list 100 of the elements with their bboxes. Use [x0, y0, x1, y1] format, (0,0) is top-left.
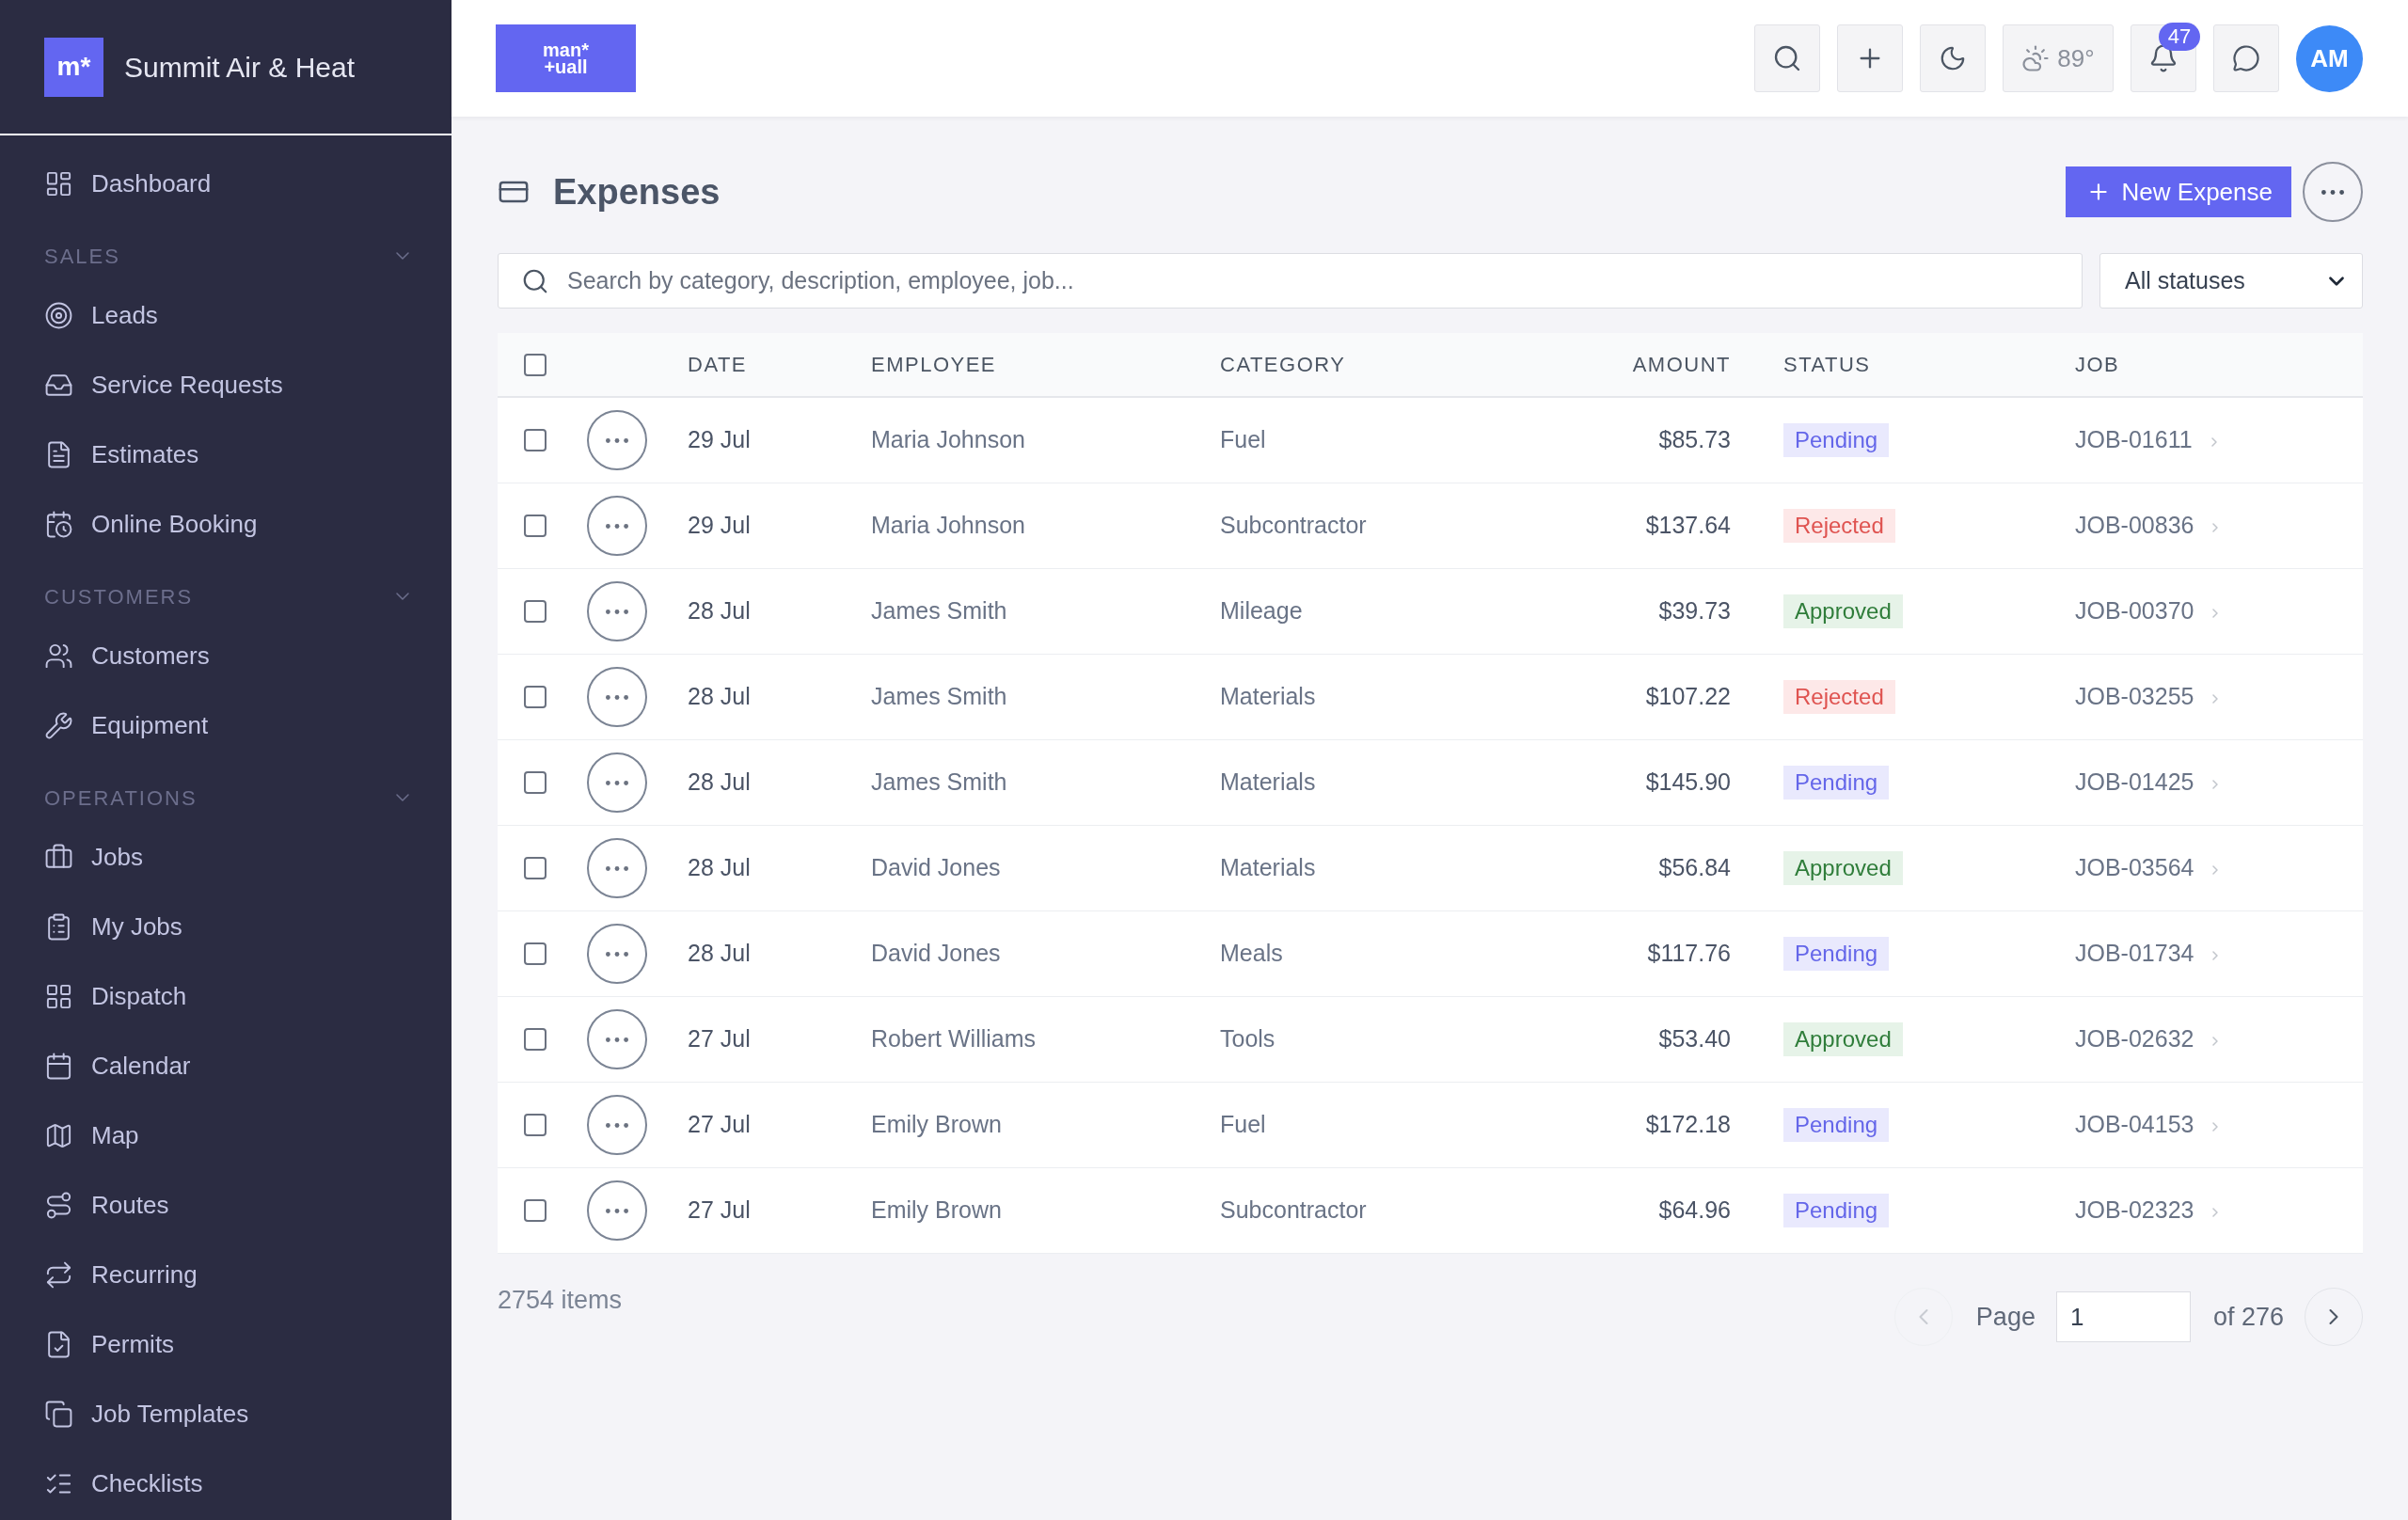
category-text: Mileage: [1220, 596, 1303, 626]
row-actions-button[interactable]: [587, 496, 647, 556]
status-badge: Pending: [1783, 766, 1890, 800]
ellipsis-icon: [606, 609, 628, 614]
ellipsis-icon: [606, 1037, 628, 1042]
nav-item[interactable]: Calendar: [0, 1031, 452, 1100]
search-icon: [1772, 43, 1802, 73]
ellipsis-icon: [606, 951, 628, 957]
job-number[interactable]: JOB-01734: [2075, 936, 2194, 972]
nav-item[interactable]: Online Booking: [0, 489, 452, 559]
nav-item[interactable]: Estimates: [0, 420, 452, 489]
status-badge: Pending: [1783, 1194, 1890, 1227]
nav-item[interactable]: Service Requests: [0, 350, 452, 420]
nav-item[interactable]: Customers: [0, 621, 452, 690]
nav-item[interactable]: Equipment: [0, 690, 452, 760]
category-text: Materials: [1220, 682, 1316, 712]
employee-name: David Jones: [871, 853, 1001, 883]
ellipsis-icon: [606, 1122, 628, 1128]
row-actions-button[interactable]: [587, 838, 647, 898]
chevron-right-icon: [2212, 1122, 2219, 1132]
nav-item[interactable]: Dispatch: [0, 961, 452, 1031]
row-actions-button[interactable]: [587, 1180, 647, 1241]
ellipsis-icon: [606, 865, 628, 871]
target-icon: [44, 300, 73, 330]
app-logo[interactable]: man* +uall: [496, 24, 636, 92]
row-actions-button[interactable]: [587, 752, 647, 813]
wrench-icon: [44, 710, 73, 740]
status-badge: Approved: [1783, 594, 1903, 628]
bell-icon: [2148, 43, 2178, 73]
nav-item[interactable]: My Jobs: [0, 892, 452, 961]
job-number[interactable]: JOB-02632: [2075, 1021, 2194, 1057]
job-number[interactable]: JOB-01611: [2075, 422, 2193, 458]
checkbox[interactable]: [524, 600, 547, 623]
chevron-right-icon: [2212, 609, 2219, 618]
new-expense-button[interactable]: New Expense: [2065, 166, 2291, 217]
nav-item[interactable]: Recurring: [0, 1240, 452, 1309]
column-header: STATUS: [1783, 352, 1871, 378]
row-actions-button[interactable]: [587, 1009, 647, 1069]
theme-toggle-button[interactable]: [1920, 24, 1986, 92]
nav-item[interactable]: Routes: [0, 1170, 452, 1240]
checkbox[interactable]: [524, 353, 547, 376]
status-badge: Pending: [1783, 937, 1890, 971]
checkbox[interactable]: [524, 1114, 547, 1136]
job-number[interactable]: JOB-00836: [2075, 508, 2194, 544]
status-dropdown[interactable]: All statuses: [2099, 253, 2363, 309]
row-actions-button[interactable]: [587, 667, 647, 727]
job-number[interactable]: JOB-04153: [2075, 1107, 2194, 1143]
search-field[interactable]: Search by category, description, employee, job...: [498, 253, 2083, 309]
nav-item[interactable]: Dashboard: [0, 149, 452, 218]
job-number[interactable]: JOB-03564: [2075, 850, 2194, 886]
job-number[interactable]: JOB-01425: [2075, 765, 2194, 800]
row-actions-button[interactable]: [587, 410, 647, 470]
row-actions-button[interactable]: [587, 581, 647, 641]
calendar-clock-icon: [44, 509, 73, 539]
checkbox[interactable]: [524, 857, 547, 879]
checkbox[interactable]: [524, 1199, 547, 1222]
amount-text: $85.73: [1658, 425, 1731, 455]
nav-item[interactable]: Leads: [0, 280, 452, 350]
checkbox[interactable]: [524, 771, 547, 794]
brand-logo: m*: [44, 37, 103, 97]
row-actions-button[interactable]: [587, 1095, 647, 1155]
employee-name: Emily Brown: [871, 1110, 1002, 1140]
amount-text: $137.64: [1645, 511, 1731, 541]
messages-button[interactable]: [2213, 24, 2279, 92]
nav-item[interactable]: Jobs: [0, 822, 452, 892]
nav-item[interactable]: Permits: [0, 1309, 452, 1379]
status-badge: Approved: [1783, 1022, 1903, 1056]
employee-name: James Smith: [871, 768, 1007, 798]
nav-item[interactable]: Checklists: [0, 1449, 452, 1518]
amount-text: $107.22: [1645, 682, 1731, 712]
nav-item[interactable]: Map: [0, 1100, 452, 1170]
chevron-right-icon: [2212, 865, 2219, 875]
date-text: 28 Jul: [688, 939, 751, 969]
page-input[interactable]: 1: [2055, 1291, 2191, 1342]
checkbox[interactable]: [524, 942, 547, 965]
job-number[interactable]: JOB-00370: [2075, 594, 2194, 629]
checkbox[interactable]: [524, 429, 547, 451]
job-number[interactable]: JOB-03255: [2075, 679, 2194, 715]
status-badge: Pending: [1783, 423, 1890, 457]
search-button[interactable]: [1754, 24, 1820, 92]
column-header: JOB: [2075, 352, 2120, 378]
ellipsis-icon: [606, 437, 628, 443]
amount-text: $145.90: [1645, 768, 1731, 798]
checkbox[interactable]: [524, 1028, 547, 1051]
column-header: EMPLOYEE: [871, 352, 997, 378]
chevron-right-icon: [2212, 1037, 2219, 1046]
amount-text: $56.84: [1658, 853, 1731, 883]
category-text: Fuel: [1220, 425, 1266, 455]
employee-name: David Jones: [871, 939, 1001, 969]
row-actions-button[interactable]: [587, 924, 647, 984]
chevron-right-icon: [2212, 780, 2219, 789]
job-number[interactable]: JOB-02323: [2075, 1193, 2194, 1228]
date-text: 28 Jul: [688, 596, 751, 626]
brand-name: Summit Air & Heat: [124, 50, 356, 85]
status-badge: Rejected: [1783, 509, 1895, 543]
checkbox[interactable]: [524, 686, 547, 708]
more-options-button[interactable]: [2303, 162, 2363, 222]
nav-item[interactable]: Job Templates: [0, 1379, 452, 1449]
checkbox[interactable]: [524, 515, 547, 537]
category-text: Fuel: [1220, 1110, 1266, 1140]
